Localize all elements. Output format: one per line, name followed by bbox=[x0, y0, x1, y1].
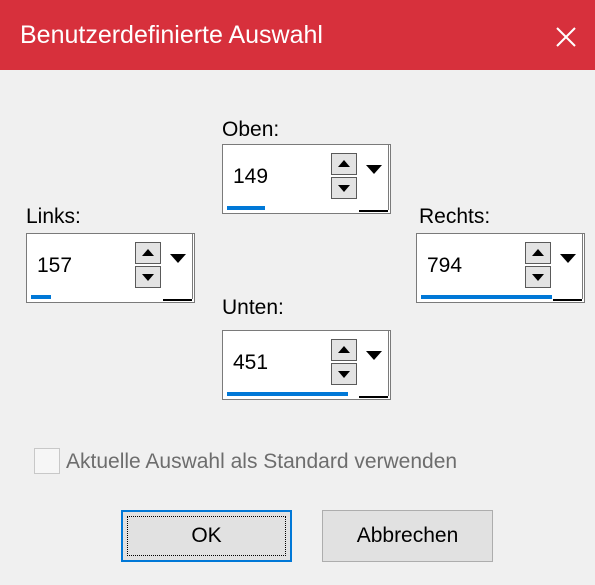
bottom-stepper bbox=[331, 339, 357, 385]
right-spinbox[interactable]: 794 bbox=[416, 233, 585, 303]
top-label: Oben: bbox=[222, 118, 280, 141]
top-stepper bbox=[331, 153, 357, 199]
title-bar: Benutzerdefinierte Auswahl bbox=[0, 0, 595, 70]
ok-button[interactable]: OK bbox=[121, 510, 292, 562]
top-spinbox[interactable]: 149 bbox=[222, 144, 391, 214]
top-dropdown-button[interactable] bbox=[359, 145, 389, 212]
right-dropdown-button[interactable] bbox=[553, 234, 583, 301]
bottom-increment-button[interactable] bbox=[331, 339, 357, 361]
right-stepper bbox=[525, 242, 551, 288]
bottom-label: Unten: bbox=[222, 296, 284, 319]
focus-rectangle bbox=[127, 516, 286, 556]
left-stepper bbox=[135, 242, 161, 288]
bottom-progress-bar bbox=[227, 392, 348, 396]
left-value[interactable]: 157 bbox=[37, 254, 72, 278]
left-decrement-button[interactable] bbox=[135, 266, 161, 288]
bottom-spinbox[interactable]: 451 bbox=[222, 330, 391, 400]
cancel-button[interactable]: Abbrechen bbox=[322, 510, 493, 562]
left-increment-button[interactable] bbox=[135, 242, 161, 264]
left-label: Links: bbox=[26, 205, 81, 228]
set-as-default-label: Aktuelle Auswahl als Standard verwenden bbox=[66, 450, 458, 473]
dialog-title: Benutzerdefinierte Auswahl bbox=[20, 21, 323, 49]
close-icon[interactable] bbox=[551, 22, 581, 52]
left-spinbox[interactable]: 157 bbox=[26, 233, 195, 303]
set-as-default-checkbox[interactable] bbox=[34, 448, 60, 474]
right-decrement-button[interactable] bbox=[525, 266, 551, 288]
right-label: Rechts: bbox=[419, 205, 491, 228]
top-decrement-button[interactable] bbox=[331, 177, 357, 199]
top-value[interactable]: 149 bbox=[233, 165, 268, 189]
custom-selection-dialog: Benutzerdefinierte Auswahl Oben: 149 Lin… bbox=[0, 0, 595, 585]
right-increment-button[interactable] bbox=[525, 242, 551, 264]
right-progress-bar bbox=[421, 295, 552, 299]
right-value[interactable]: 794 bbox=[427, 254, 462, 278]
bottom-value[interactable]: 451 bbox=[233, 351, 268, 375]
cancel-button-label: Abbrechen bbox=[356, 524, 459, 547]
bottom-dropdown-button[interactable] bbox=[359, 331, 389, 398]
top-increment-button[interactable] bbox=[331, 153, 357, 175]
bottom-decrement-button[interactable] bbox=[331, 363, 357, 385]
left-dropdown-button[interactable] bbox=[163, 234, 193, 301]
left-progress-bar bbox=[31, 295, 51, 299]
top-progress-bar bbox=[227, 206, 265, 210]
